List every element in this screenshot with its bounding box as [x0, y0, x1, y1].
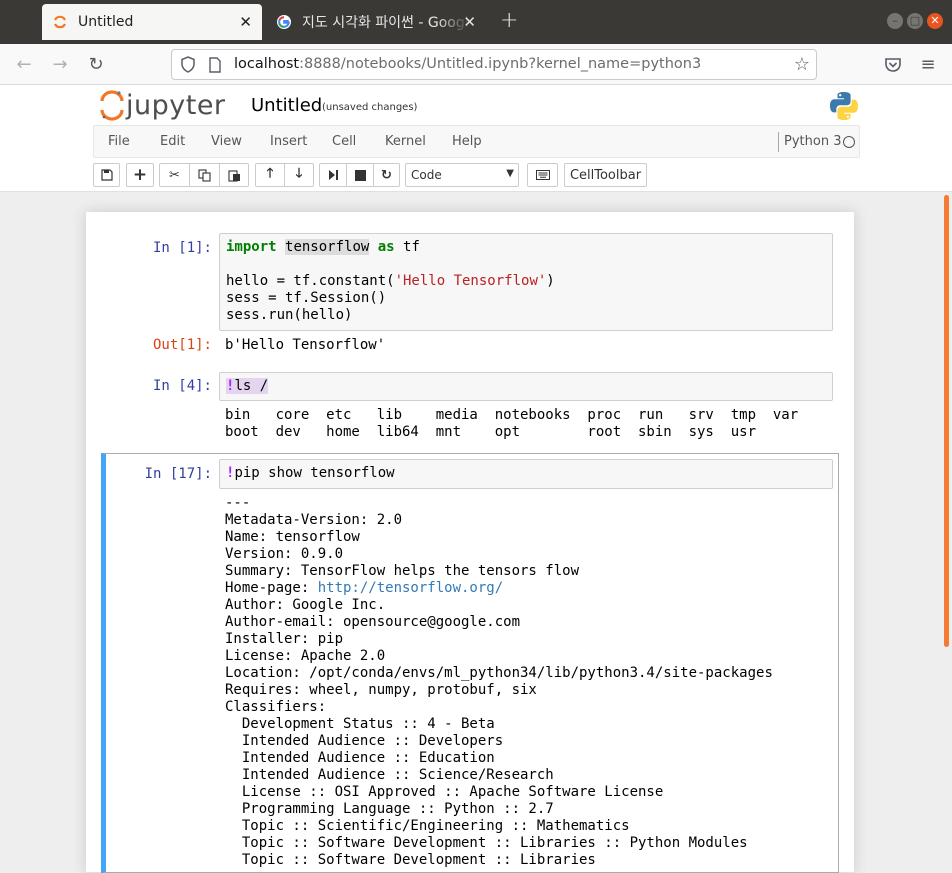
notebook-toolbar: + ✂ 🡑 🡓 ↻ Code ▼ CellToolbar — [93, 163, 860, 189]
reload-icon[interactable]: ↻ — [86, 55, 106, 75]
celltoolbar-button[interactable]: CellToolbar — [564, 163, 647, 187]
python-logo-icon — [830, 92, 858, 120]
insert-cell-button[interactable]: + — [126, 163, 154, 187]
cell-2-code-editor[interactable]: !ls / — [219, 372, 833, 401]
page-info-icon[interactable] — [208, 57, 222, 73]
hamburger-menu-icon[interactable]: ≡ — [918, 55, 938, 75]
jupyter-logo[interactable]: jupyter — [100, 89, 226, 121]
copy-icon — [198, 168, 211, 182]
scissors-icon: ✂ — [169, 167, 180, 183]
back-arrow-icon[interactable]: ← — [14, 55, 34, 75]
menu-edit[interactable]: Edit — [160, 134, 185, 149]
paste-icon — [227, 169, 240, 182]
arrow-up-icon: 🡑 — [266, 166, 274, 181]
browser-nav-bar: ← → ↻ localhost:8888/notebooks/Untitled.… — [0, 44, 952, 85]
close-tab-icon[interactable]: ✕ — [463, 13, 476, 31]
move-cell-down-button[interactable]: 🡓 — [284, 163, 314, 187]
code-line: !pip show tensorflow — [226, 465, 395, 481]
menu-kernel[interactable]: Kernel — [385, 134, 426, 149]
code-line: hello = tf.constant('Hello Tensorflow') — [226, 273, 555, 289]
scrollbar-thumb[interactable] — [944, 195, 949, 647]
jupyter-favicon-icon — [54, 15, 66, 29]
kernel-idle-icon — [843, 136, 855, 148]
cell-1-code-editor[interactable]: import tensorflow as tf hello = tf.const… — [219, 233, 833, 331]
kernel-name: Python 3 — [778, 132, 841, 152]
close-tab-icon[interactable]: ✕ — [239, 13, 252, 31]
bookmark-star-icon[interactable]: ☆ — [794, 54, 810, 75]
interrupt-kernel-button[interactable] — [346, 163, 374, 187]
new-tab-icon[interactable]: + — [500, 10, 518, 32]
keyboard-icon — [535, 170, 550, 180]
browser-tab-bar: Untitled ✕ 지도 시각화 파이썬 - Google 검색 ✕ + – … — [0, 0, 952, 44]
code-line: sess = tf.Session() — [226, 290, 387, 306]
code-line: sess.run(hello) — [226, 307, 353, 323]
restart-kernel-button[interactable]: ↻ — [373, 163, 400, 187]
jupyter-logo-text: jupyter — [126, 90, 226, 121]
cell-3-code-editor[interactable]: !pip show tensorflow — [219, 459, 833, 489]
menu-help[interactable]: Help — [452, 134, 482, 149]
home-page-link[interactable]: http://tensorflow.org/ — [318, 580, 503, 596]
stop-icon — [354, 169, 366, 181]
cell-1-input-prompt: In [1]: — [152, 240, 212, 256]
tracking-shield-icon[interactable] — [180, 56, 196, 73]
floppy-disk-icon — [100, 169, 113, 181]
tab-untitled[interactable]: Untitled ✕ — [42, 4, 262, 40]
save-button[interactable] — [93, 163, 120, 187]
cell-3-output: --- Metadata-Version: 2.0 Name: tensorfl… — [225, 495, 773, 868]
window-minimize-icon[interactable]: – — [887, 13, 903, 29]
cell-1-output-prompt: Out[1]: — [152, 337, 212, 353]
notebook-menubar: File Edit View Insert Cell Kernel Help P… — [93, 125, 860, 158]
code-line: import tensorflow as tf — [226, 239, 420, 255]
tab-title: 지도 시각화 파이썬 - Google 검색 — [302, 15, 470, 31]
code-line: !ls / — [226, 378, 269, 394]
cell-type-select[interactable]: Code ▼ — [405, 163, 519, 187]
cell-2-output: bin core etc lib media notebooks proc ru… — [225, 407, 799, 440]
pocket-icon[interactable] — [883, 55, 903, 75]
plus-icon: + — [132, 165, 148, 185]
tab-title: Untitled — [78, 14, 134, 30]
cell-2-input-prompt: In [4]: — [152, 378, 212, 394]
url-bar[interactable]: localhost:8888/notebooks/Untitled.ipynb?… — [171, 49, 817, 80]
menu-view[interactable]: View — [211, 134, 242, 149]
restart-icon: ↻ — [381, 167, 392, 183]
tab-google-search[interactable]: 지도 시각화 파이썬 - Google 검색 ✕ — [270, 4, 482, 40]
window-close-icon[interactable]: ✕ — [927, 13, 943, 29]
move-cell-up-button[interactable]: 🡑 — [255, 163, 285, 187]
url-text[interactable]: localhost:8888/notebooks/Untitled.ipynb?… — [234, 56, 701, 72]
command-palette-button[interactable] — [527, 163, 558, 187]
cut-cell-button[interactable]: ✂ — [159, 163, 190, 187]
step-forward-icon — [329, 170, 338, 180]
jupyter-logo-icon — [100, 90, 124, 121]
run-cell-button[interactable] — [319, 163, 347, 187]
cell-3-input-prompt: In [17]: — [144, 466, 212, 482]
jupyter-header: jupyter Untitled (unsaved changes) File … — [0, 85, 952, 192]
menu-insert[interactable]: Insert — [270, 134, 307, 149]
menu-cell[interactable]: Cell — [332, 134, 356, 149]
window-maximize-icon[interactable]: □ — [907, 13, 923, 29]
paste-cell-button[interactable] — [219, 163, 249, 187]
save-status: (unsaved changes) — [322, 102, 418, 113]
cell-1-output: b'Hello Tensorflow' — [225, 337, 386, 353]
menu-file[interactable]: File — [108, 134, 130, 149]
chevron-down-icon: ▼ — [506, 168, 514, 179]
page-scrollbar[interactable] — [942, 192, 952, 857]
notebook-title[interactable]: Untitled — [251, 95, 322, 116]
copy-cell-button[interactable] — [189, 163, 220, 187]
arrow-down-icon: 🡓 — [295, 166, 303, 181]
google-favicon-icon — [277, 15, 291, 29]
forward-arrow-icon[interactable]: → — [50, 55, 70, 75]
